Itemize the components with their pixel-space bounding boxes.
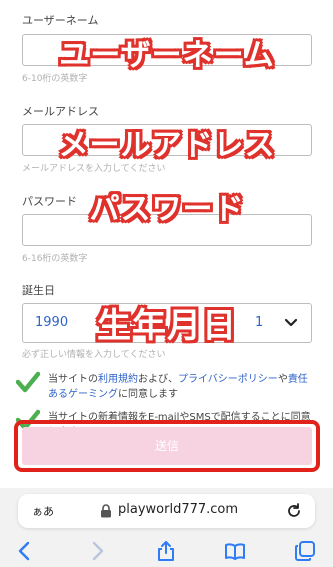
browser-address-area: ぁあ playworld777.com: [0, 488, 333, 532]
tabs-icon[interactable]: [294, 540, 316, 562]
password-overlay-caption: パスワード: [89, 192, 245, 227]
bookmarks-icon[interactable]: [224, 540, 246, 562]
url-text: playworld777.com: [118, 502, 239, 517]
email-overlay-caption: メールアドレス: [58, 128, 276, 163]
checkmark-icon[interactable]: [16, 370, 40, 394]
browser-toolbar: [0, 532, 333, 567]
address-bar[interactable]: ぁあ playworld777.com: [18, 494, 315, 528]
birthday-hint: 必ず正しい情報を入力してください: [22, 350, 166, 360]
username-overlay-caption: ユーザーネーム: [59, 38, 275, 73]
terms-suffix: に同意します: [118, 389, 178, 400]
reload-icon[interactable]: [285, 502, 303, 520]
terms-prefix: 当サイトの: [48, 374, 98, 385]
password-hint: 6-16桁の英数字: [22, 254, 88, 264]
birthday-overlay-caption: 生年月日: [97, 306, 237, 346]
privacy-policy-link[interactable]: プライバシーポリシー: [178, 374, 278, 385]
submit-button[interactable]: 送信: [22, 427, 312, 465]
text-size-button[interactable]: ぁあ: [32, 503, 54, 519]
terms-mid2: や: [277, 374, 288, 385]
forward-icon[interactable]: [86, 540, 108, 562]
terms-mid1: および、: [138, 374, 178, 385]
back-icon[interactable]: [14, 540, 36, 562]
username-label: ユーザーネーム: [22, 14, 99, 27]
email-label: メールアドレス: [22, 105, 99, 118]
terms-consent-text: 当サイトの利用規約および、プライバシーポリシーや責任あるゲーミングに同意します: [48, 372, 314, 402]
terms-link[interactable]: 利用規約: [98, 374, 138, 385]
lock-icon: [101, 504, 111, 518]
birthday-label: 誕生日: [22, 284, 55, 297]
share-icon[interactable]: [155, 540, 177, 562]
